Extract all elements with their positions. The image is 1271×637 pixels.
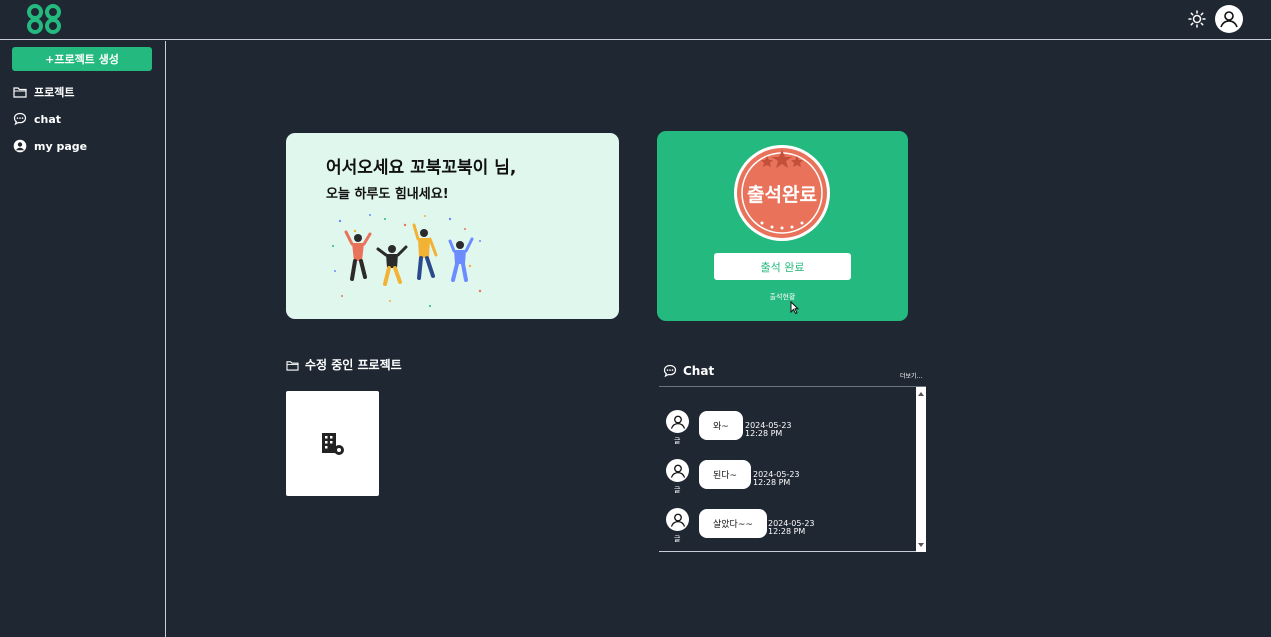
sidebar-item-label: chat — [34, 112, 62, 126]
message-time: 12:28 PM — [753, 478, 791, 487]
building-gear-icon — [321, 432, 344, 455]
chat-scrollbar[interactable] — [916, 387, 926, 552]
attendance-complete-button[interactable]: 출석 완료 — [714, 253, 851, 280]
chat-bubble-icon — [13, 112, 27, 126]
jumping-people-illustration — [332, 214, 482, 307]
chat-message: 글 살았다~~ 2024-05-23 12:28 PM — [665, 508, 905, 550]
attendance-card: 출석완료 출석 완료 출석현황 — [657, 131, 908, 321]
chat-bubble-icon — [663, 364, 677, 378]
sun-icon[interactable] — [1188, 10, 1206, 28]
message-author: 글 — [674, 535, 681, 543]
sidebar-item-chat[interactable]: chat — [13, 110, 61, 128]
attendance-status-link[interactable]: 출석현황 — [657, 292, 908, 302]
project-card[interactable] — [286, 391, 379, 496]
welcome-card: 어서오세요 꼬북꼬북이 님, 오늘 하루도 힘내세요! — [286, 133, 619, 319]
user-avatar-icon — [666, 410, 689, 433]
welcome-subtitle: 오늘 하루도 힘내세요! — [326, 187, 449, 202]
message-bubble: 와~ — [699, 411, 743, 440]
message-timestamp: 2024-05-23 12:28 PM — [768, 520, 815, 536]
user-circle-icon — [13, 139, 27, 153]
user-avatar-icon — [666, 508, 689, 531]
sidebar-item-label: my page — [34, 139, 88, 153]
attendance-stamp: 출석완료 — [734, 145, 830, 241]
message-timestamp: 2024-05-23 12:28 PM — [745, 422, 792, 438]
create-project-button[interactable]: +프로젝트 생성 — [12, 47, 152, 71]
message-timestamp: 2024-05-23 12:28 PM — [753, 471, 800, 487]
infinity-logo-icon[interactable] — [26, 3, 62, 35]
welcome-title: 어서오세요 꼬북꼬북이 님, — [326, 158, 517, 178]
top-bar — [0, 0, 1271, 40]
sidebar: +프로젝트 생성 프로젝트 chat my page — [0, 41, 166, 637]
message-author: 글 — [674, 486, 681, 494]
message-time: 12:28 PM — [768, 527, 806, 536]
scroll-up-arrow-icon[interactable] — [918, 392, 924, 396]
folder-icon — [13, 87, 27, 98]
sidebar-item-projects[interactable]: 프로젝트 — [13, 83, 74, 101]
user-avatar-icon[interactable] — [1215, 5, 1243, 33]
projects-heading: 수정 중인 프로젝트 — [286, 359, 416, 371]
scroll-down-arrow-icon[interactable] — [918, 543, 924, 547]
chat-message: 글 와~ 2024-05-23 12:28 PM — [665, 410, 905, 452]
mouse-cursor-icon — [790, 301, 800, 315]
chat-heading: Chat — [663, 364, 714, 378]
sidebar-item-mypage[interactable]: my page — [13, 137, 87, 155]
folder-icon — [286, 361, 299, 371]
chat-message: 글 된다~ 2024-05-23 12:28 PM — [665, 459, 905, 501]
message-bubble: 된다~ — [699, 460, 752, 489]
chat-list[interactable]: 글 와~ 2024-05-23 12:28 PM 글 된다~ 2024-05-2… — [659, 386, 926, 552]
projects-heading-text: 수정 중인 프로젝트 — [305, 358, 402, 372]
message-author: 글 — [674, 437, 681, 445]
stamp-text: 출석완료 — [747, 184, 817, 206]
more-link[interactable]: 더보기... — [900, 371, 922, 380]
chat-heading-text: Chat — [683, 364, 715, 378]
user-avatar-icon — [666, 459, 689, 482]
message-time: 12:28 PM — [745, 429, 783, 438]
message-bubble: 살았다~~ — [699, 509, 767, 538]
sidebar-item-label: 프로젝트 — [34, 86, 75, 99]
